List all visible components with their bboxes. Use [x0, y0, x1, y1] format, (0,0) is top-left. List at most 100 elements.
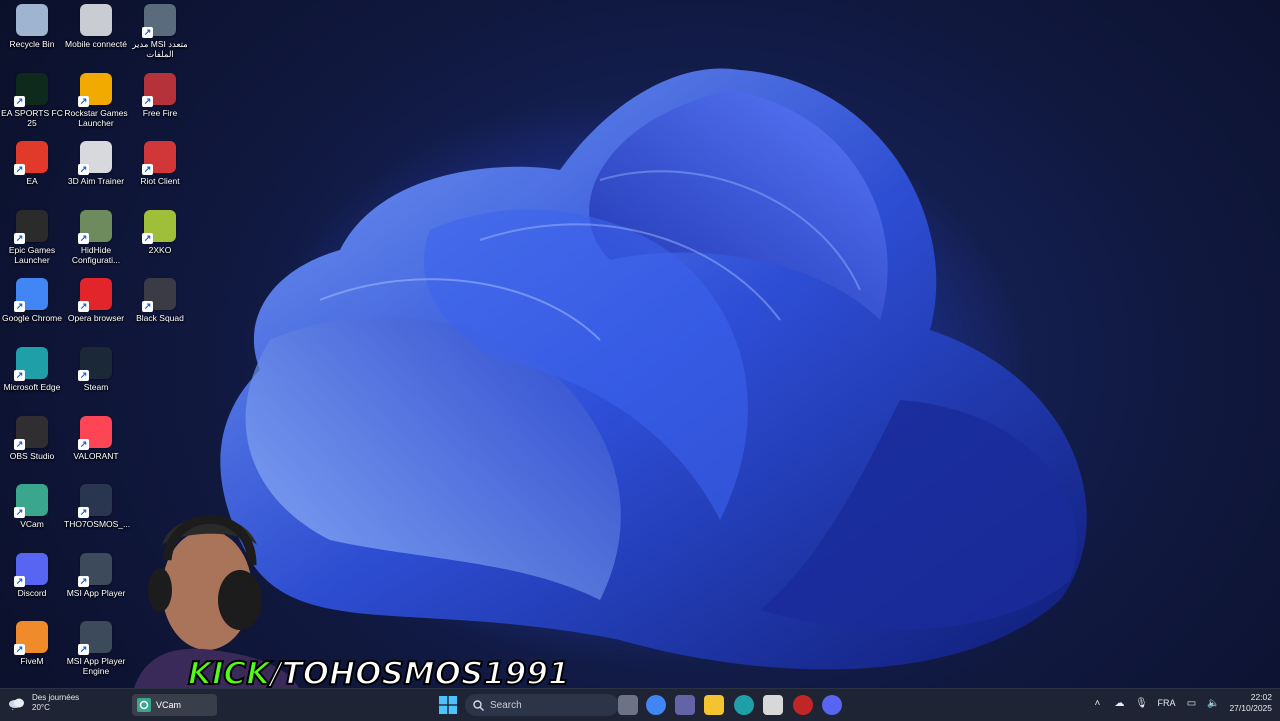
vcam-icon: ↗ — [14, 484, 48, 519]
desktop-icon-label: MSI App Player Engine — [66, 656, 126, 677]
msi-engine-icon: ↗ — [78, 621, 112, 656]
desktop-icon-msi-multi[interactable]: ↗ مدير MSI متعدد الملفات — [128, 4, 192, 68]
desktop-icon-chrome[interactable]: ↗ Google Chrome — [0, 278, 64, 342]
vcam-taskbar-preview[interactable]: VCam — [132, 694, 217, 716]
desktop-icon-riot[interactable]: ↗ Riot Client — [128, 141, 192, 205]
desktop-icon-label: Steam — [83, 382, 109, 392]
desktop-icon-free-fire[interactable]: ↗ Free Fire — [128, 72, 192, 137]
desktop-icon-label: Google Chrome — [1, 313, 62, 324]
desktop-icon-label: OBS Studio — [9, 450, 55, 461]
desktop-icon-msi-engine[interactable]: ↗ MSI App Player Engine — [64, 621, 128, 685]
clock[interactable]: 22:02 27/10/2025 — [1229, 692, 1272, 714]
network-icon[interactable]: ▭ — [1185, 697, 1197, 709]
desktop-icon-label: 3D Aim Trainer — [67, 176, 125, 187]
weather-temperature: 20°C — [32, 703, 50, 712]
desktop-icon-file[interactable]: ↗ THO7OSMOS_... — [64, 484, 131, 548]
clock-time: 22:02 — [1250, 692, 1272, 702]
desktop-icon-black-squad[interactable]: ↗ Black Squad — [128, 278, 192, 342]
cloud-sync-icon[interactable]: ☁ — [1113, 697, 1125, 709]
desktop-icon-hidhide[interactable]: ↗ HidHide Configurati... — [64, 209, 128, 274]
rockstar-icon: ↗ — [78, 72, 112, 107]
shortcut-arrow-icon: ↗ — [142, 301, 153, 313]
shortcut-arrow-icon: ↗ — [78, 301, 89, 313]
shortcut-arrow-icon: ↗ — [78, 164, 89, 176]
chevron-up-icon[interactable]: ˄ — [1091, 697, 1103, 709]
desktop-icon-recycle-bin[interactable]: Recycle Bin — [0, 4, 64, 68]
ea-icon: ↗ — [14, 141, 48, 176]
desktop-icon-msi-app-player[interactable]: ↗ MSI App Player — [64, 552, 128, 617]
desktop-icon-label: THO7OSMOS_... — [64, 519, 131, 530]
shortcut-arrow-icon: ↗ — [78, 232, 89, 244]
language-indicator[interactable]: FRA — [1157, 698, 1175, 708]
game-app-icon[interactable] — [793, 695, 813, 715]
desktop-icon-steam[interactable]: ↗ Steam — [64, 347, 128, 411]
clock-date: 27/10/2025 — [1229, 703, 1272, 713]
desktop-icon-label: Black Squad — [136, 313, 184, 324]
desktop-icon-aim-trainer[interactable]: ↗ 3D Aim Trainer — [64, 141, 128, 205]
kick-channel-banner: KICK/TOHOSMOS1991 — [187, 655, 571, 693]
mobile-icon — [80, 4, 112, 36]
desktop-icon-label: Free Fire — [142, 107, 178, 118]
weather-widget[interactable]: Des journées 20°C — [8, 693, 79, 713]
windows-start-icon[interactable] — [439, 696, 457, 714]
microphone-icon[interactable]: 🎙 — [1135, 697, 1148, 709]
shortcut-arrow-icon: ↗ — [14, 164, 25, 176]
shortcut-arrow-icon: ↗ — [14, 575, 25, 587]
desktop-icon-obs[interactable]: ↗ OBS Studio — [0, 415, 64, 480]
steam-icon: ↗ — [78, 347, 112, 381]
desktop-icon-label: EA — [26, 176, 38, 187]
teams-icon[interactable] — [675, 695, 695, 715]
shortcut-arrow-icon: ↗ — [78, 507, 89, 519]
desktop-icon-edge[interactable]: ↗ Microsoft Edge — [0, 347, 64, 411]
obs-icon: ↗ — [14, 415, 48, 450]
shortcut-arrow-icon: ↗ — [78, 438, 89, 450]
taskbar: Des journées 20°C VCam Search ˄ ☁ 🎙 FRA … — [0, 688, 1280, 721]
system-tray: ˄ ☁ 🎙 FRA ▭ 🔈 22:02 27/10/2025 — [1091, 692, 1272, 714]
desktop-icon-valorant[interactable]: ↗ VALORANT — [64, 415, 128, 480]
desktop-icon-rockstar[interactable]: ↗ Rockstar Games Launcher — [64, 72, 128, 137]
desktop-icon-2xko[interactable]: ↗ 2XKO — [128, 209, 192, 274]
file-explorer-icon[interactable] — [704, 695, 724, 715]
discord-taskbar-icon[interactable] — [822, 695, 842, 715]
shortcut-arrow-icon: ↗ — [142, 27, 153, 38]
recycle-bin-icon — [16, 4, 48, 36]
edge-taskbar-icon[interactable] — [734, 695, 754, 715]
msi-app-player-icon: ↗ — [78, 552, 112, 587]
desktop-icon-opera[interactable]: ↗ Opera browser — [64, 278, 128, 342]
desktop-icon-label: VALORANT — [73, 450, 119, 461]
store-icon[interactable] — [763, 695, 783, 715]
shortcut-arrow-icon: ↗ — [14, 232, 25, 244]
shortcut-arrow-icon: ↗ — [14, 301, 25, 313]
desktop-icon-ea-fc[interactable]: ↗ EA SPORTS FC 25 — [0, 72, 64, 137]
desktop-icon-label: مدير MSI متعدد الملفات — [132, 39, 188, 59]
taskview-icon[interactable] — [618, 695, 638, 715]
desktop-icon-mobile[interactable]: Mobile connecté — [64, 4, 128, 68]
desktop-icon-discord[interactable]: ↗ Discord — [0, 552, 64, 617]
msi-multi-icon: ↗ — [142, 4, 176, 38]
aim-trainer-icon: ↗ — [78, 141, 112, 176]
desktop-icon-fivem[interactable]: ↗ FiveM — [0, 621, 64, 685]
taskbar-search-box[interactable]: Search — [465, 694, 619, 716]
desktop-icon-vcam[interactable]: ↗ VCam — [0, 484, 64, 548]
2xko-icon: ↗ — [142, 209, 176, 244]
fivem-icon: ↗ — [14, 621, 48, 656]
chrome-taskbar-icon[interactable] — [646, 695, 666, 715]
shortcut-arrow-icon: ↗ — [14, 370, 25, 381]
desktop-icon-epic-games[interactable]: ↗ Epic Games Launcher — [0, 209, 64, 274]
shortcut-arrow-icon: ↗ — [14, 438, 25, 450]
valorant-icon: ↗ — [78, 415, 112, 450]
shortcut-arrow-icon: ↗ — [14, 95, 25, 107]
riot-icon: ↗ — [142, 141, 176, 176]
desktop-icon-label: Discord — [17, 587, 47, 598]
shortcut-arrow-icon: ↗ — [142, 164, 153, 176]
desktop-icon-label: VCam — [20, 519, 44, 530]
vcam-pill-label: VCam — [156, 700, 182, 710]
desktop-icon-label: Microsoft Edge — [3, 382, 61, 392]
volume-icon[interactable]: 🔈 — [1207, 697, 1219, 709]
shortcut-arrow-icon: ↗ — [78, 644, 89, 656]
edge-icon: ↗ — [14, 347, 48, 381]
desktop-icon-ea[interactable]: ↗ EA — [0, 141, 64, 205]
search-icon — [473, 699, 484, 711]
weather-description: Des journées — [32, 693, 80, 702]
desktop-icon-label: 2XKO — [148, 244, 172, 255]
